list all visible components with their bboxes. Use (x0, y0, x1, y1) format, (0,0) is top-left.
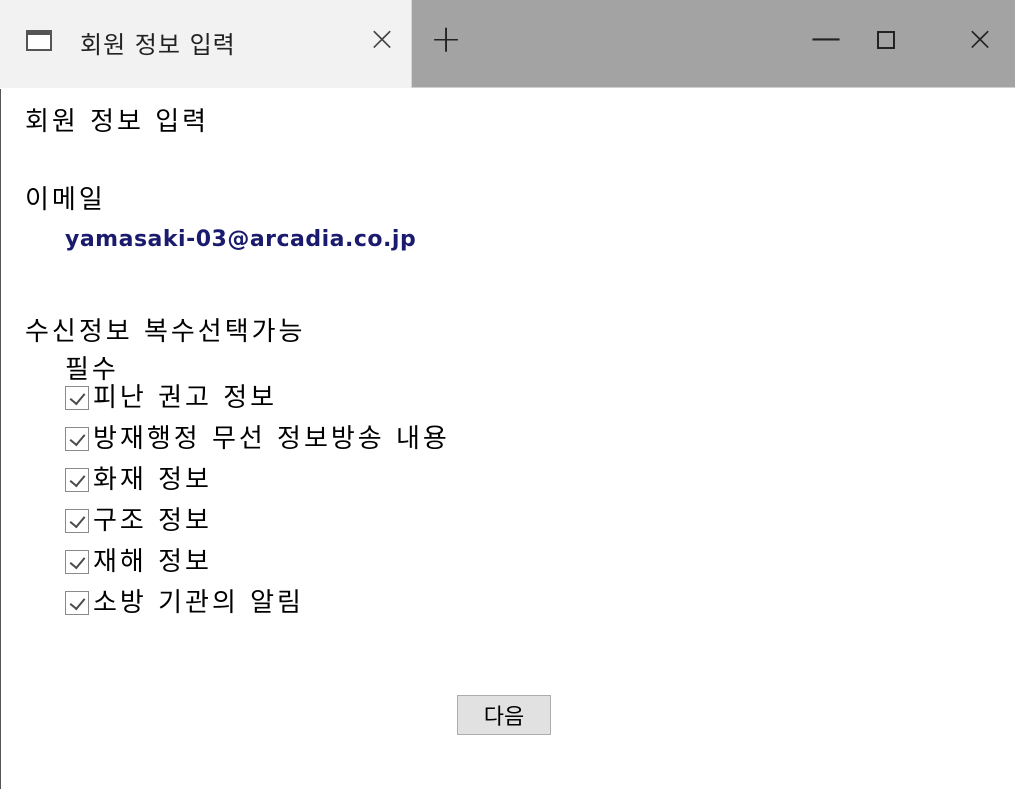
option-disaster-broadcast[interactable]: 방재행정 무선 정보방송 내용 (65, 422, 450, 456)
maximize-icon (877, 30, 895, 49)
option-disaster[interactable]: 재해 정보 (65, 545, 212, 579)
page-content: 회원 정보 입력 이메일 yamasaki-03@arcadia.co.jp 수… (0, 89, 1015, 789)
checkbox-checked[interactable] (65, 550, 89, 574)
email-label: 이메일 (25, 185, 106, 215)
browser-tab[interactable]: 회원 정보 입력 × (0, 0, 412, 88)
option-label: 방재행정 무선 정보방송 내용 (93, 424, 450, 454)
checkbox-checked[interactable] (65, 468, 89, 492)
checkbox-checked[interactable] (65, 427, 89, 451)
option-fire-agency-notice[interactable]: 소방 기관의 알림 (65, 586, 304, 620)
option-evacuation[interactable]: 피난 권고 정보 (65, 381, 277, 415)
option-label: 피난 권고 정보 (93, 383, 278, 413)
next-button[interactable]: 다음 (457, 695, 551, 735)
checkbox-checked[interactable] (65, 509, 89, 533)
option-label: 소방 기관의 알림 (93, 588, 304, 618)
option-rescue[interactable]: 구조 정보 (65, 504, 212, 538)
maximize-button[interactable] (864, 17, 908, 61)
option-label: 구조 정보 (93, 506, 212, 536)
receive-info-label: 수신정보 복수선택가능 (25, 317, 306, 347)
title-bar: 회원 정보 입력 × + — × (0, 0, 1015, 88)
checkbox-checked[interactable] (65, 386, 89, 410)
window-close-button[interactable]: × (958, 17, 1002, 61)
option-label: 재해 정보 (93, 547, 212, 577)
page-title: 회원 정보 입력 (25, 107, 210, 137)
tab-title: 회원 정보 입력 (80, 31, 236, 59)
option-fire[interactable]: 화재 정보 (65, 463, 212, 497)
minimize-button[interactable]: — (804, 17, 848, 61)
option-label: 화재 정보 (93, 465, 212, 495)
new-tab-button[interactable]: + (424, 17, 468, 61)
checkbox-checked[interactable] (65, 591, 89, 615)
email-value: yamasaki-03@arcadia.co.jp (65, 227, 417, 252)
tab-close-button[interactable]: × (362, 17, 402, 61)
window-icon (26, 30, 52, 51)
